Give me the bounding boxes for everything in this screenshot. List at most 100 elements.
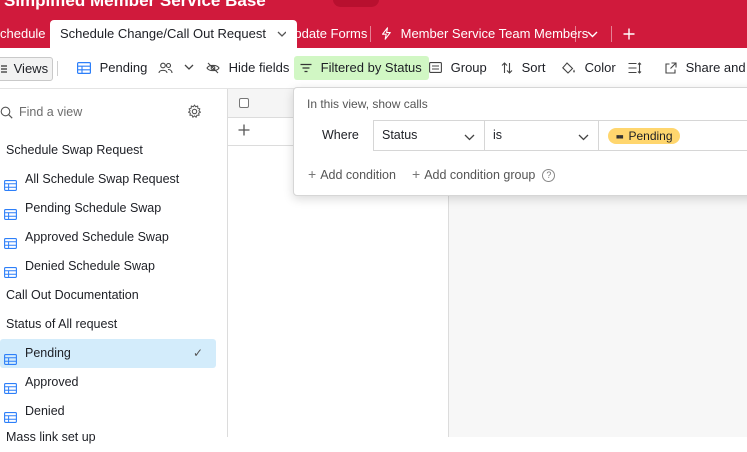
grid-view-icon	[77, 60, 100, 75]
sidebar-item-label: Schedule Swap Request	[6, 143, 143, 157]
tab-divider	[611, 26, 612, 42]
filter-button[interactable]: Filtered by Status	[294, 56, 429, 80]
group-button[interactable]: Group	[429, 56, 487, 80]
tab-schedule-change-call-out-request[interactable]: Schedule Change/Call Out Request	[50, 20, 297, 48]
hide-fields-button[interactable]: Hide fields	[206, 56, 289, 80]
filter-value-select[interactable]: ■■ Pending	[599, 120, 747, 151]
toolbar-divider	[57, 61, 58, 76]
hide-fields-label: Hide fields	[228, 60, 290, 75]
sort-label: Sort	[521, 60, 546, 75]
base-header: Simplified Member Service Base	[0, 0, 747, 19]
search-icon	[0, 106, 13, 122]
tab-member-service-team-members[interactable]: Member Service Team Members	[381, 19, 588, 48]
sidebar-item-label: Denied	[25, 404, 65, 418]
tab-schedule[interactable]: chedule	[0, 19, 46, 48]
add-condition-label: Add condition	[320, 168, 396, 182]
sidebar-section-schedule-swap-request[interactable]: Schedule Swap Request	[0, 136, 216, 165]
view-toolbar: Views Pending Hide fields Filtered by St…	[0, 48, 747, 89]
views-label: Views	[13, 61, 49, 76]
plus-icon: +	[308, 166, 317, 182]
view-sidebar: Find a view Schedule Swap Request All Sc…	[0, 89, 228, 444]
help-icon[interactable]: ?	[542, 169, 556, 182]
tab-label: Member Service Team Members	[400, 26, 589, 41]
group-label: Group	[450, 60, 487, 75]
gear-icon[interactable]	[187, 104, 202, 122]
status-badge: ■■ Pending	[608, 128, 680, 144]
share-button[interactable]: Share and sy	[665, 56, 747, 80]
current-view-label: Pending	[99, 60, 148, 75]
filter-operator-select[interactable]: is	[485, 120, 599, 151]
table-tab-bar: chedule Schedule Change/Call Out Request…	[0, 19, 747, 48]
hamburger-icon	[1, 61, 11, 76]
plus-icon: +	[412, 166, 421, 182]
where-label: Where	[322, 128, 359, 142]
status-dots-icon: ■■	[616, 134, 624, 141]
sidebar-item-denied-schedule-swap[interactable]: Denied Schedule Swap	[0, 252, 216, 281]
sidebar-item-label: Pending Schedule Swap	[25, 201, 162, 215]
tab-divider	[370, 26, 371, 42]
status-badge-label: Pending	[628, 129, 673, 143]
sidebar-item-all-schedule-swap-request[interactable]: All Schedule Swap Request	[0, 165, 216, 194]
paint-bucket-icon	[562, 60, 585, 75]
header-pill[interactable]	[333, 0, 379, 7]
chevron-down-icon	[464, 129, 475, 144]
sidebar-item-label: Status of All request	[6, 317, 118, 331]
sidebar-item-pending-schedule-swap[interactable]: Pending Schedule Swap	[0, 194, 216, 223]
checkmark-icon: ✓	[193, 346, 204, 360]
tab-divider	[575, 26, 576, 42]
current-view-button[interactable]: Pending	[77, 56, 199, 80]
sidebar-item-label: Mass link set up	[6, 430, 96, 444]
base-title[interactable]: Simplified Member Service Base	[4, 0, 266, 11]
tab-update-forms[interactable]: Update Forms	[285, 19, 367, 48]
filter-field-select[interactable]: Status	[373, 120, 485, 151]
sidebar-item-label: All Schedule Swap Request	[25, 172, 180, 186]
chevron-down-icon	[184, 60, 199, 75]
views-button[interactable]: Views	[0, 57, 54, 81]
filter-popover-title: In this view, show calls	[307, 97, 428, 111]
tab-label: Schedule Change/Call Out Request	[60, 26, 266, 41]
select-all-checkbox[interactable]	[239, 98, 249, 108]
bolt-icon	[381, 26, 401, 41]
sidebar-item-label: Call Out Documentation	[6, 288, 139, 302]
add-table-button[interactable]	[623, 19, 635, 48]
color-label: Color	[584, 60, 616, 75]
add-record-plus-icon[interactable]	[238, 120, 250, 140]
tab-label: Update Forms	[285, 26, 368, 41]
sidebar-item-label: Denied Schedule Swap	[25, 259, 155, 273]
filter-field-value: Status	[382, 128, 418, 142]
share-icon	[665, 60, 686, 75]
share-label: Share and sy	[685, 60, 747, 75]
row-height-button[interactable]	[628, 56, 647, 80]
sidebar-item-pending[interactable]: Pending ✓	[0, 339, 216, 368]
collaborators-icon	[158, 60, 182, 75]
chevron-down-icon	[587, 26, 598, 41]
add-condition-group-label: Add condition group	[424, 168, 536, 182]
sidebar-section-mass-link-set-up[interactable]: Mass link set up	[0, 423, 216, 452]
row-height-icon	[628, 60, 647, 75]
filter-operator-value: is	[493, 128, 503, 142]
more-tables-button[interactable]	[587, 19, 598, 48]
filter-icon	[300, 60, 321, 75]
eye-slash-icon	[206, 60, 229, 75]
tab-label: chedule	[0, 26, 46, 41]
sidebar-item-label: Approved	[25, 375, 79, 389]
sidebar-section-call-out-documentation[interactable]: Call Out Documentation	[0, 281, 216, 310]
color-button[interactable]: Color	[562, 56, 616, 80]
sidebar-item-approved[interactable]: Approved	[0, 368, 216, 397]
sidebar-item-label: Approved Schedule Swap	[25, 230, 169, 244]
sidebar-item-denied[interactable]: Denied	[0, 397, 216, 426]
sidebar-section-status-of-all-request[interactable]: Status of All request	[0, 310, 216, 339]
add-condition-button[interactable]: + Add condition	[308, 166, 396, 182]
sidebar-item-approved-schedule-swap[interactable]: Approved Schedule Swap	[0, 223, 216, 252]
sort-button[interactable]: Sort	[501, 56, 545, 80]
plus-icon	[623, 26, 635, 41]
sort-icon	[501, 60, 522, 75]
search-input[interactable]: Find a view	[19, 105, 82, 119]
group-icon	[429, 60, 451, 75]
filter-label: Filtered by Status	[320, 60, 422, 75]
add-condition-group-button[interactable]: + Add condition group?	[412, 166, 556, 183]
chevron-down-icon	[578, 129, 589, 144]
find-view-search[interactable]: Find a view	[0, 103, 210, 123]
filter-popover: In this view, show calls Where Status is…	[293, 87, 747, 196]
sidebar-item-label: Pending	[25, 346, 71, 360]
